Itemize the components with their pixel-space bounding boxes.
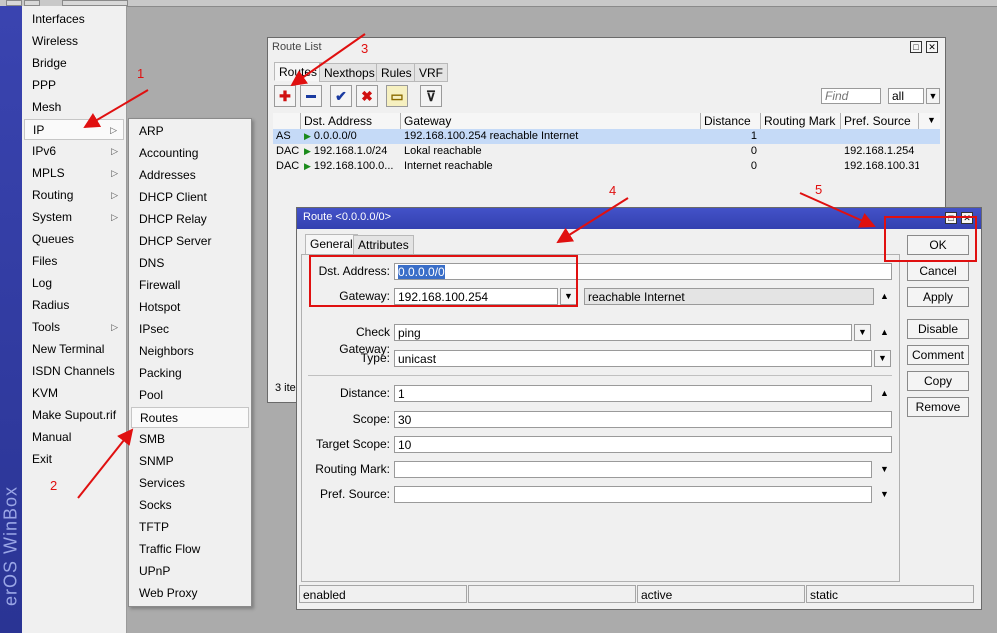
annotation-label-3: 3 bbox=[361, 41, 369, 56]
arrow-4 bbox=[556, 197, 629, 244]
annotation-label-5: 5 bbox=[815, 182, 823, 197]
annotation-label-2: 2 bbox=[50, 478, 58, 493]
annotation-arrows bbox=[77, 33, 876, 499]
arrow-3 bbox=[290, 33, 366, 87]
annotation-label-4: 4 bbox=[609, 183, 617, 198]
annotation-label-1: 1 bbox=[137, 66, 145, 81]
arrow-2 bbox=[77, 428, 134, 499]
arrow-5 bbox=[799, 192, 876, 228]
arrow-1 bbox=[83, 89, 149, 129]
